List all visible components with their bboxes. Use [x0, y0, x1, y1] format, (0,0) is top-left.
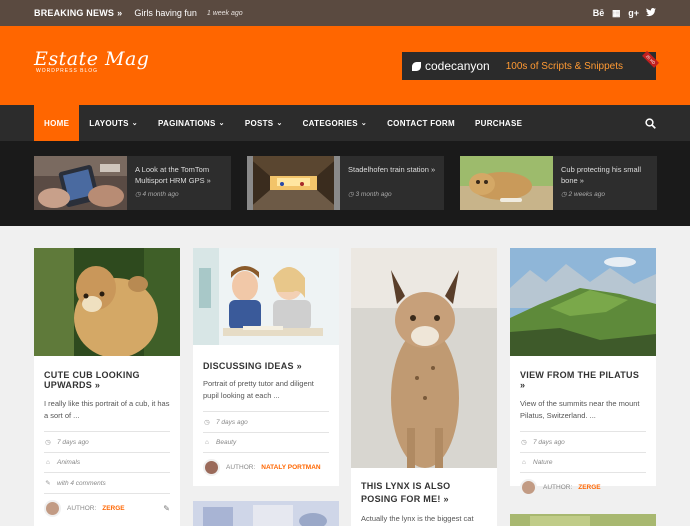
featured-post-time: ◷ 4 month ago [135, 191, 179, 198]
nav-item-contact-form[interactable]: CONTACT FORM [377, 105, 465, 141]
breaking-news-label: BREAKING NEWS» [34, 8, 123, 18]
post-image[interactable] [193, 501, 339, 526]
featured-post-title[interactable]: Stadelhofen train station » [348, 164, 438, 175]
divider [44, 431, 170, 432]
site-logo[interactable]: Estate Mag WORDPRESS BLOG [34, 48, 149, 74]
divider [520, 472, 646, 473]
author-name[interactable]: ZERGE [102, 505, 124, 512]
site-header: Estate Mag WORDPRESS BLOG codecanyon 100… [0, 26, 690, 105]
post-card [510, 514, 656, 526]
nav-item-paginations[interactable]: PAGINATIONS ⌄ [148, 105, 235, 141]
tag-icon: ⌂ [205, 439, 209, 446]
divider [520, 452, 646, 453]
post-image[interactable] [351, 248, 497, 468]
featured-posts-strip: A Look at the TomTom Multisport HRM GPS … [0, 141, 690, 226]
nav-item-purchase[interactable]: PURCHASE [465, 105, 532, 141]
divider [203, 452, 329, 453]
divider [44, 493, 170, 494]
featured-post-title[interactable]: Cub protecting his small bone » [561, 164, 651, 186]
google-plus-icon[interactable]: g+ [628, 8, 639, 19]
post-excerpt: I really like this portrait of a cub, it… [44, 399, 170, 420]
featured-post-title[interactable]: A Look at the TomTom Multisport HRM GPS … [135, 164, 225, 186]
post-date: ◷ 7 days ago [45, 438, 89, 447]
banner-ribbon: 25 HD [641, 50, 659, 69]
post-date: ◷ 7 days ago [204, 418, 248, 427]
nav-item-home[interactable]: HOME [34, 105, 80, 141]
author-name[interactable]: NATALY PORTMAN [261, 464, 320, 471]
post-card: CUTE CUB LOOKING UPWARDS » I really like… [34, 248, 180, 526]
divider [203, 411, 329, 412]
divider [203, 432, 329, 433]
featured-post[interactable]: A Look at the TomTom Multisport HRM GPS … [34, 156, 231, 210]
post-author: AUTHOR: ZERGE ✎ [34, 500, 180, 517]
post-card: DISCUSSING IDEAS » Portrait of pretty tu… [193, 248, 339, 486]
social-links: Bē ▦ g+ [593, 7, 656, 19]
nav-item-posts[interactable]: POSTS ⌄ [235, 105, 293, 141]
search-icon[interactable] [645, 105, 656, 141]
posts-grid: CUTE CUB LOOKING UPWARDS » I really like… [0, 226, 690, 526]
top-bar: BREAKING NEWS» Girls having fun 1 week a… [0, 0, 690, 26]
featured-post-time: ◷ 2 weeks ago [561, 191, 605, 198]
post-image[interactable] [510, 514, 656, 526]
post-category[interactable]: ⌂ Nature [510, 459, 656, 466]
post-comments[interactable]: ✎ with 4 comments [34, 479, 180, 488]
comment-icon: ✎ [45, 480, 51, 487]
avatar[interactable] [203, 459, 220, 476]
avatar[interactable] [520, 479, 537, 496]
post-category[interactable]: ⌂ Beauty [193, 439, 339, 446]
clock-icon: ◷ [521, 439, 527, 446]
featured-post[interactable]: Stadelhofen train station » ◷ 3 month ag… [247, 156, 444, 210]
behance-icon[interactable]: Bē [593, 8, 605, 19]
chevron-down-icon: ⌄ [131, 120, 138, 127]
leaf-icon [412, 61, 421, 71]
post-card: THIS LYNX IS ALSO POSING FOR ME! » Actua… [351, 248, 497, 526]
clock-icon: ◷ [45, 439, 51, 446]
divider [44, 452, 170, 453]
author-name[interactable]: ZERGE [578, 484, 600, 491]
post-image[interactable] [510, 248, 656, 356]
breaking-news-time: 1 week ago [206, 9, 243, 17]
avatar[interactable] [44, 500, 61, 517]
codecanyon-logo: codecanyon [412, 59, 490, 73]
post-excerpt: Portrait of pretty tutor and diligent pu… [203, 379, 314, 400]
post-card [193, 501, 339, 526]
twitter-icon[interactable] [646, 7, 656, 19]
chevron-down-icon: ⌄ [276, 120, 283, 127]
post-excerpt: Actually the lynx is the biggest cat [361, 514, 474, 523]
nav-item-categories[interactable]: CATEGORIES ⌄ [293, 105, 377, 141]
tag-icon: ⌂ [522, 459, 526, 466]
post-title[interactable]: DISCUSSING IDEAS » [193, 361, 339, 371]
chevron-down-icon: ⌄ [218, 120, 225, 127]
post-title[interactable]: VIEW FROM THE PILATUS » [510, 370, 656, 390]
banner-offer-text: 100s of Scripts & Snippets [505, 60, 624, 72]
codecanyon-banner[interactable]: codecanyon 100s of Scripts & Snippets 25… [402, 50, 659, 80]
post-author: AUTHOR: NATALY PORTMAN [193, 459, 339, 476]
divider [520, 431, 646, 432]
post-date: ◷ 7 days ago [521, 438, 565, 447]
post-title[interactable]: THIS LYNX IS ALSO POSING FOR ME! » [351, 480, 497, 506]
featured-thumbnail [460, 156, 553, 210]
post-excerpt: View of the summits near the mount Pilat… [520, 399, 640, 420]
nav-item-layouts[interactable]: LAYOUTS ⌄ [79, 105, 148, 141]
clock-icon: ◷ [204, 419, 210, 426]
featured-post-time: ◷ 3 month ago [348, 191, 392, 198]
featured-thumbnail [247, 156, 340, 210]
breaking-news-headline[interactable]: Girls having fun [134, 8, 197, 18]
main-navigation: HOME LAYOUTS ⌄ PAGINATIONS ⌄ POSTS ⌄ CATEGO… [0, 105, 690, 141]
post-title[interactable]: CUTE CUB LOOKING UPWARDS » [34, 370, 180, 390]
featured-post[interactable]: Cub protecting his small bone » ◷ 2 week… [460, 156, 657, 210]
post-author: AUTHOR: ZERGE [510, 479, 656, 496]
tag-icon: ⌂ [46, 459, 50, 466]
chevron-down-icon: ⌄ [360, 120, 368, 127]
post-card: VIEW FROM THE PILATUS » View of the summ… [510, 248, 656, 496]
divider [44, 472, 170, 473]
pin-icon: ✎ [163, 504, 170, 513]
post-category[interactable]: ⌂ Animals [34, 459, 180, 466]
image-gallery-icon[interactable]: ▦ [611, 8, 621, 19]
featured-thumbnail [34, 156, 127, 210]
post-image[interactable] [193, 248, 339, 345]
post-image[interactable] [34, 248, 180, 358]
